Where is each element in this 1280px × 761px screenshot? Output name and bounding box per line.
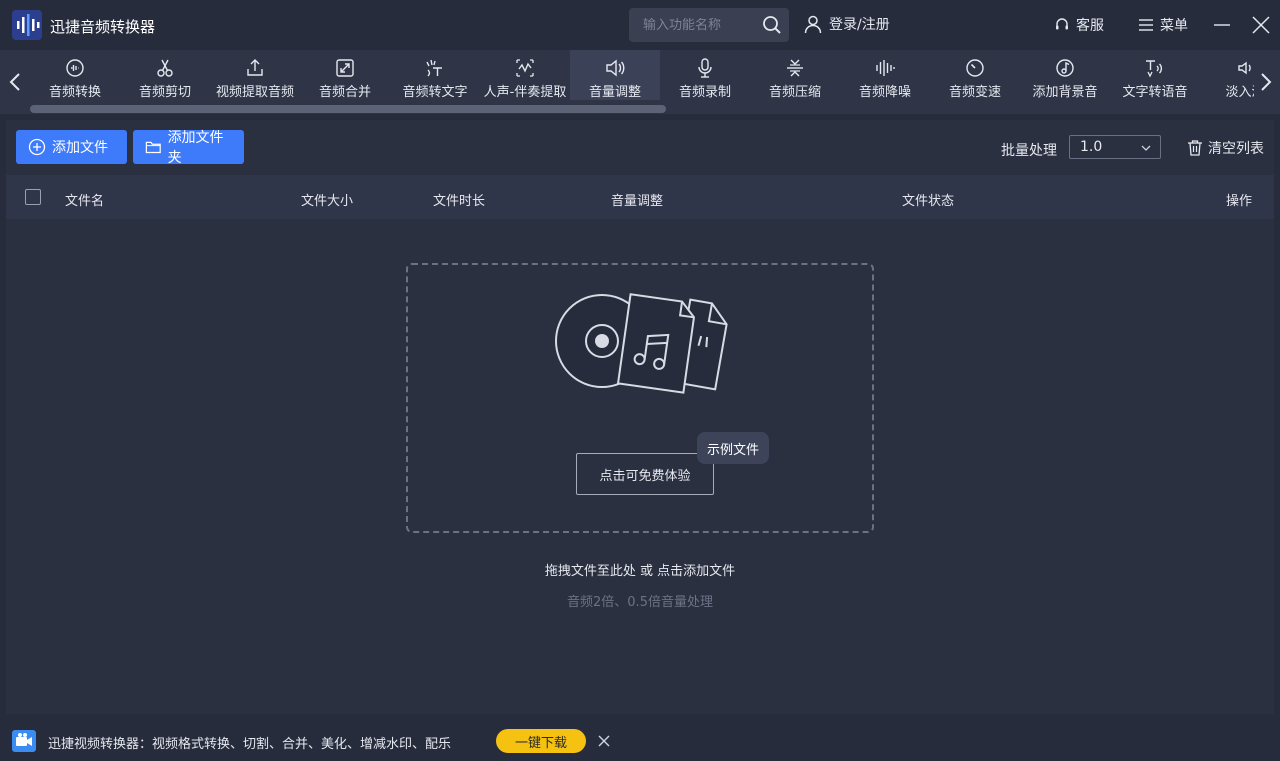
column-header: 文件大小 bbox=[301, 194, 354, 209]
tool-audio-compress[interactable]: 音频压缩 bbox=[750, 50, 840, 100]
column-header: 文件时长 bbox=[433, 194, 486, 209]
tool-audio-convert[interactable]: 音频转换 bbox=[30, 50, 120, 100]
dropzone-hint: 拖拽文件至此处 或 点击添加文件 bbox=[544, 564, 736, 579]
batch-label: 批量处理 bbox=[1001, 143, 1057, 159]
table-header: 文件名 文件大小 文件时长 音量调整 文件状态 操作 bbox=[6, 175, 1274, 219]
user-icon bbox=[804, 15, 822, 34]
download-button[interactable]: 一键下载 bbox=[496, 729, 586, 753]
speed-icon bbox=[966, 59, 984, 77]
tool-label: 音频转文字 bbox=[402, 85, 468, 100]
upload-icon bbox=[247, 59, 263, 76]
login-label: 登录/注册 bbox=[829, 17, 890, 33]
close-icon[interactable] bbox=[597, 734, 611, 748]
app-logo-icon bbox=[12, 10, 42, 40]
vocal-extract-icon bbox=[516, 59, 534, 77]
service-label: 客服 bbox=[1076, 18, 1104, 34]
tool-label: 人声-伴奏提取 bbox=[483, 85, 567, 100]
tool-add-background[interactable]: 添加背景音 bbox=[1020, 50, 1110, 100]
promo-bar: 迅捷视频转换器：视频格式转换、切割、合并、美化、增减水印、配乐 一键下载 bbox=[0, 720, 1280, 761]
batch-select[interactable]: 1.0 bbox=[1069, 135, 1161, 159]
speech-to-text-icon bbox=[426, 59, 442, 77]
folder-icon bbox=[145, 141, 161, 154]
chevron-left-icon[interactable] bbox=[5, 70, 25, 94]
audio-convert-icon bbox=[66, 59, 84, 77]
scissors-icon bbox=[157, 59, 173, 77]
hamburger-icon bbox=[1139, 19, 1153, 31]
column-header: 文件状态 bbox=[902, 194, 955, 209]
video-converter-logo-icon bbox=[12, 730, 36, 752]
clear-list-label: 清空列表 bbox=[1208, 141, 1264, 157]
service-button[interactable]: 客服 bbox=[1054, 15, 1104, 35]
feature-toolbar: 音频转换 音频剪切 视频提取音频 音频合并 音频转文字 人声-伴奏提取 音量调整 bbox=[0, 50, 1280, 114]
clear-list-button[interactable]: 清空列表 bbox=[1186, 138, 1264, 158]
compress-icon bbox=[787, 59, 803, 77]
trash-icon bbox=[1188, 140, 1202, 156]
menu-button[interactable]: 菜单 bbox=[1138, 15, 1188, 35]
promo-text: 迅捷视频转换器：视频格式转换、切割、合并、美化、增减水印、配乐 bbox=[48, 737, 452, 752]
add-file-button[interactable]: 添加文件 bbox=[16, 130, 127, 164]
add-folder-label: 添加文件夹 bbox=[167, 130, 224, 166]
tool-label: 文字转语音 bbox=[1122, 85, 1188, 100]
tool-audio-merge[interactable]: 音频合并 bbox=[300, 50, 390, 100]
tool-fade[interactable]: 淡入淡 bbox=[1200, 50, 1254, 100]
main-panel: 添加文件 添加文件夹 批量处理 1.0 清空列表 文件名 文件大小 文件时长 音… bbox=[6, 120, 1274, 714]
minimize-icon[interactable] bbox=[1212, 16, 1232, 34]
tool-label: 添加背景音 bbox=[1032, 85, 1098, 100]
menu-label: 菜单 bbox=[1160, 18, 1188, 34]
music-note-icon bbox=[1056, 59, 1074, 77]
text-to-speech-icon bbox=[1146, 60, 1163, 78]
search-icon[interactable] bbox=[761, 14, 783, 36]
close-icon[interactable] bbox=[1250, 14, 1272, 36]
tool-label: 音频变速 bbox=[948, 85, 1001, 100]
tool-label: 音频降噪 bbox=[858, 85, 911, 100]
search-box[interactable] bbox=[629, 8, 789, 42]
merge-icon bbox=[336, 59, 354, 77]
plus-circle-icon bbox=[28, 138, 46, 156]
fade-icon bbox=[1238, 61, 1251, 75]
tool-audio-record[interactable]: 音频录制 bbox=[660, 50, 750, 100]
tool-label: 淡入淡 bbox=[1225, 85, 1254, 100]
tool-audio-denoise[interactable]: 音频降噪 bbox=[840, 50, 930, 100]
tool-label: 音频剪切 bbox=[138, 85, 191, 100]
column-header: 音量调整 bbox=[611, 194, 664, 209]
sample-file-badge[interactable]: 示例文件 bbox=[697, 432, 770, 464]
tool-audio-cut[interactable]: 音频剪切 bbox=[120, 50, 210, 100]
headset-icon bbox=[1056, 18, 1068, 30]
file-dropzone[interactable]: 点击可免费体验 示例文件 bbox=[406, 263, 874, 533]
title-bar: 迅捷音频转换器 登录/注册 客服 菜单 bbox=[0, 0, 1280, 50]
search-input[interactable] bbox=[643, 17, 761, 33]
tool-video-extract-audio[interactable]: 视频提取音频 bbox=[210, 50, 300, 100]
add-file-label: 添加文件 bbox=[52, 140, 108, 156]
column-header: 文件名 bbox=[65, 194, 105, 209]
free-trial-button[interactable]: 点击可免费体验 bbox=[576, 453, 714, 495]
add-folder-button[interactable]: 添加文件夹 bbox=[133, 130, 244, 166]
denoise-icon bbox=[876, 60, 895, 76]
batch-value: 1.0 bbox=[1080, 139, 1103, 155]
tool-volume-adjust[interactable]: 音量调整 bbox=[570, 50, 660, 100]
tool-label: 视频提取音频 bbox=[215, 85, 294, 100]
dropzone-subhint: 音频2倍、0.5倍音量处理 bbox=[567, 595, 713, 610]
tool-audio-to-text[interactable]: 音频转文字 bbox=[390, 50, 480, 100]
microphone-icon bbox=[698, 58, 712, 78]
audio-files-illustration-icon bbox=[555, 293, 728, 394]
tool-label: 音频合并 bbox=[318, 85, 371, 100]
volume-icon bbox=[606, 59, 625, 77]
chevron-down-icon bbox=[1141, 145, 1151, 151]
app-title: 迅捷音频转换器 bbox=[50, 18, 156, 36]
select-all-checkbox[interactable] bbox=[25, 189, 41, 205]
tool-label: 音频转换 bbox=[48, 85, 101, 100]
tool-vocal-extract[interactable]: 人声-伴奏提取 bbox=[480, 50, 570, 100]
tool-audio-speed[interactable]: 音频变速 bbox=[930, 50, 1020, 100]
login-button[interactable]: 登录/注册 bbox=[803, 14, 890, 34]
toolbar-scrollbar[interactable] bbox=[30, 105, 666, 113]
tool-label: 音频压缩 bbox=[768, 85, 821, 100]
column-header: 操作 bbox=[1226, 194, 1253, 209]
tool-label: 音频录制 bbox=[678, 85, 731, 100]
tool-label: 音量调整 bbox=[588, 85, 641, 100]
tool-text-to-speech[interactable]: 文字转语音 bbox=[1110, 50, 1200, 100]
chevron-right-icon[interactable] bbox=[1256, 70, 1276, 94]
